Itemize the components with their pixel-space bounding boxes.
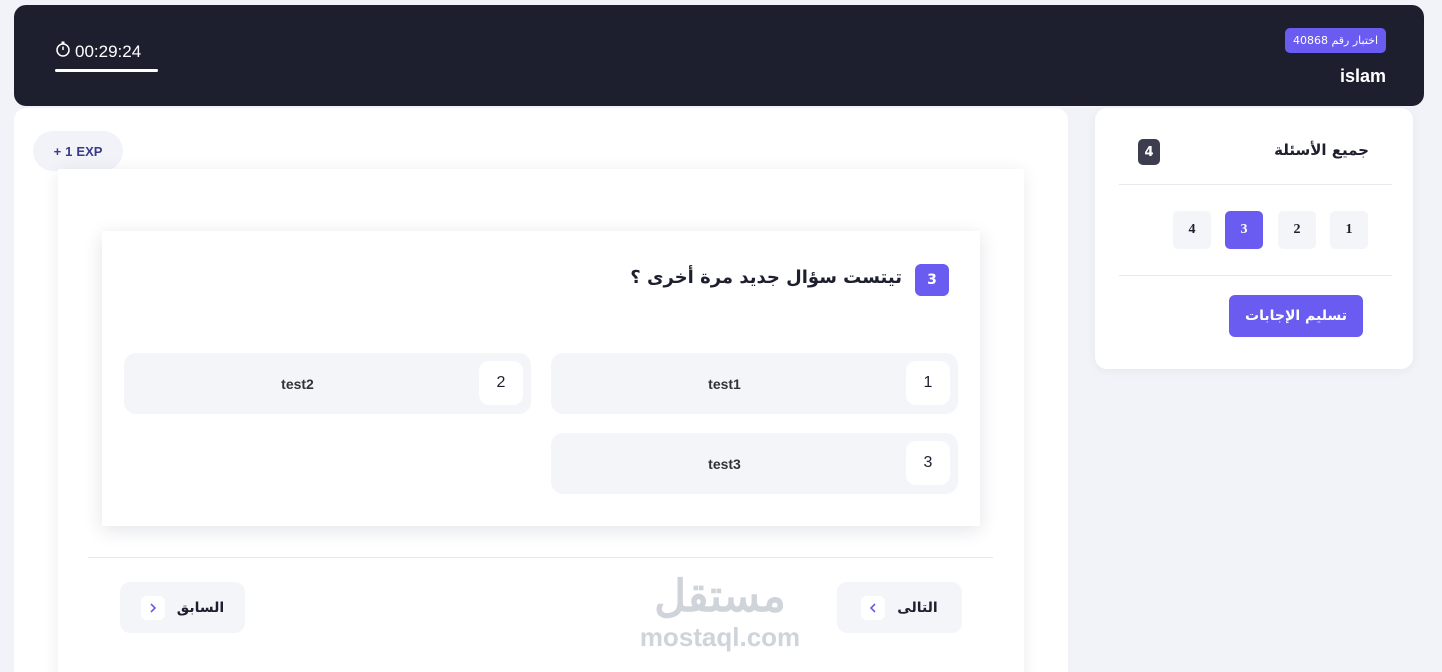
chevron-left-icon (861, 595, 886, 620)
sidebar-divider (1119, 184, 1392, 185)
timer: 00:29:24 (55, 41, 141, 62)
question-card: 3 تيتست سؤال جديد مرة أخرى ؟ 1 test1 2 t… (102, 231, 980, 526)
exam-number-badge: اختبار رقم 40868 (1284, 28, 1386, 53)
question-nav-3[interactable]: 3 (1225, 211, 1263, 249)
answer-option-2[interactable]: 2 test2 (124, 353, 531, 414)
option-text: test1 (708, 375, 741, 392)
next-button[interactable]: التالى (837, 582, 962, 633)
question-text: تيتست سؤال جديد مرة أخرى ؟ (630, 267, 902, 288)
timer-value: 00:29:24 (75, 41, 142, 61)
exp-plus: + (53, 143, 62, 159)
exp-label: EXP (76, 143, 103, 159)
previous-label: السابق (176, 599, 225, 616)
option-number: 3 (906, 441, 950, 485)
timer-progress-bar (55, 69, 158, 72)
sidebar-divider (1119, 275, 1392, 276)
answer-option-3[interactable]: 3 test3 (551, 433, 958, 494)
previous-button[interactable]: السابق (120, 582, 245, 633)
question-nav-4[interactable]: 4 (1173, 211, 1211, 249)
user-name: islam (1339, 66, 1386, 86)
questions-count-badge: 4 (1138, 139, 1160, 165)
next-label: التالى (897, 599, 938, 616)
option-number: 2 (479, 361, 523, 405)
chevron-right-icon (140, 595, 165, 620)
divider (88, 557, 993, 558)
answer-option-1[interactable]: 1 test1 (551, 353, 958, 414)
watermark-latin: mostaql.com (639, 622, 801, 652)
all-questions-title: جميع الأسئلة (1274, 141, 1369, 159)
question-number: 3 (915, 264, 949, 296)
top-header: اختبار رقم 40868 islam 00:29:24 (14, 5, 1424, 106)
stopwatch-icon (55, 41, 71, 62)
option-text: test3 (708, 455, 741, 472)
mostaql-watermark: مستقل mostaql.com (630, 572, 810, 662)
question-nav-2[interactable]: 2 (1278, 211, 1316, 249)
questions-sidebar: جميع الأسئلة 4 1 2 3 4 تسليم الإجابات (1095, 108, 1413, 369)
watermark-arabic: مستقل (654, 572, 786, 621)
submit-answers-button[interactable]: تسليم الإجابات (1229, 295, 1363, 337)
exp-badge: + 1 EXP (33, 131, 123, 171)
exp-value: 1 (65, 143, 73, 159)
question-nav-1[interactable]: 1 (1330, 211, 1368, 249)
option-number: 1 (906, 361, 950, 405)
option-text: test2 (281, 375, 314, 392)
